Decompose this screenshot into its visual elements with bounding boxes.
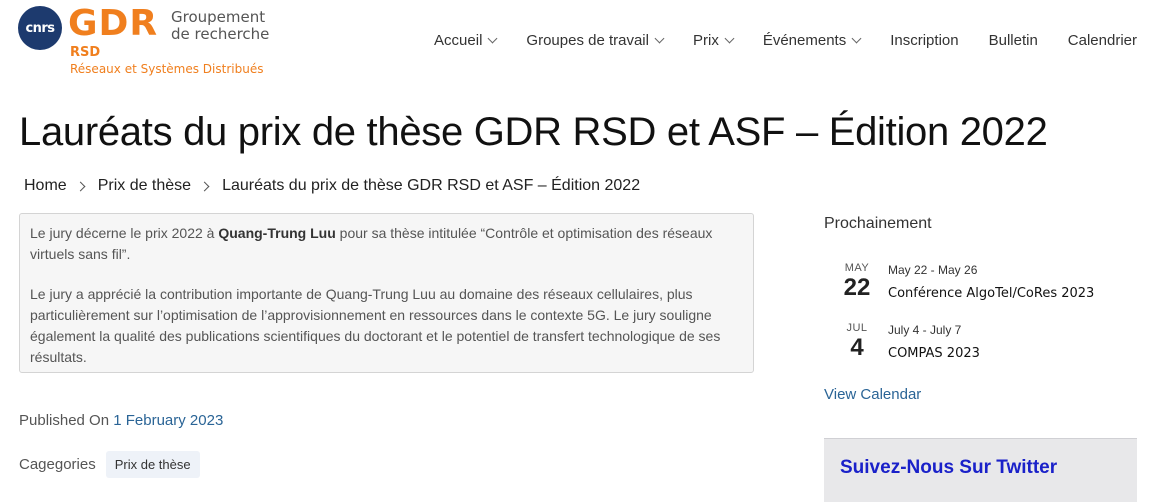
view-calendar-link[interactable]: View Calendar xyxy=(824,386,921,403)
gdr-subtitle-line1: Groupement xyxy=(171,8,266,26)
twitter-widget: Suivez-Nous Sur Twitter xyxy=(824,438,1137,502)
breadcrumb-home[interactable]: Home xyxy=(24,177,67,195)
event-month: JUL xyxy=(846,322,868,334)
event-item[interactable]: MAY 22 May 22 - May 26 Conférence AlgoTe… xyxy=(838,262,1138,301)
published-info: Published On 1 February 2023 xyxy=(19,412,223,429)
page-title: Lauréats du prix de thèse GDR RSD et ASF… xyxy=(19,110,1048,154)
event-item[interactable]: JUL 4 July 4 - July 7 COMPAS 2023 xyxy=(838,322,1138,361)
cnrs-logo: cnrs xyxy=(18,6,62,50)
nav-item-bulletin[interactable]: Bulletin xyxy=(974,30,1053,50)
chevron-down-icon xyxy=(654,33,665,43)
breadcrumb-current: Lauréats du prix de thèse GDR RSD et ASF… xyxy=(222,177,641,194)
nav-label: Inscription xyxy=(890,31,959,49)
nav-item-prix[interactable]: Prix xyxy=(678,30,748,50)
event-date-range: July 4 - July 7 xyxy=(888,323,962,337)
chevron-right-icon xyxy=(199,181,210,191)
gdr-subtitle: Groupement de recherche xyxy=(171,9,269,43)
article-content: Le jury décerne le prix 2022 à Quang-Tru… xyxy=(19,213,754,373)
nav-item-accueil[interactable]: Accueil xyxy=(419,30,511,50)
breadcrumb-prix-de-these[interactable]: Prix de thèse xyxy=(98,177,191,195)
event-month: MAY xyxy=(844,262,870,274)
nav-label: Événements xyxy=(762,31,847,49)
event-date: MAY 22 xyxy=(838,262,876,301)
main-nav: Accueil Groupes de travail Prix Événemen… xyxy=(419,30,1137,50)
category-tag[interactable]: Prix de thèse xyxy=(105,451,200,478)
categories-label: Cagegories xyxy=(19,456,96,473)
event-date-range: May 22 - May 26 xyxy=(888,263,978,277)
article-paragraph-2: Le jury a apprécié la contribution impor… xyxy=(30,286,721,365)
gdr-subtitle-line2: de recherche xyxy=(171,25,270,43)
nav-item-evenements[interactable]: Événements xyxy=(748,30,875,50)
chevron-right-icon xyxy=(75,181,86,191)
published-date-link[interactable]: 1 February 2023 xyxy=(113,412,223,429)
site-header: cnrs GDR Groupement de recherche RSD Rés… xyxy=(0,0,1159,90)
chevron-down-icon xyxy=(724,33,735,43)
nav-label: Bulletin xyxy=(988,31,1038,49)
nav-label: Accueil xyxy=(434,31,483,49)
event-day: 4 xyxy=(850,334,864,361)
event-title-link[interactable]: Conférence AlgoTel/CoRes 2023 xyxy=(888,286,1094,301)
twitter-title-link[interactable]: Suivez-Nous Sur Twitter xyxy=(840,457,1121,479)
breadcrumb: Home Prix de thèse Lauréats du prix de t… xyxy=(24,177,640,195)
nav-item-calendrier[interactable]: Calendrier xyxy=(1053,30,1137,50)
event-info: May 22 - May 26 Conférence AlgoTel/CoRes… xyxy=(888,262,1094,301)
nav-label: Prix xyxy=(692,31,719,49)
paragraph-text: Le jury décerne le prix 2022 à xyxy=(30,225,219,241)
chevron-down-icon xyxy=(487,33,498,43)
nav-item-inscription[interactable]: Inscription xyxy=(875,30,973,50)
site-logo[interactable]: cnrs GDR Groupement de recherche RSD Rés… xyxy=(18,3,288,80)
event-day: 22 xyxy=(843,274,871,301)
chevron-down-icon xyxy=(851,33,862,43)
upcoming-heading: Prochainement xyxy=(824,215,932,232)
event-info: July 4 - July 7 COMPAS 2023 xyxy=(888,322,980,361)
event-date: JUL 4 xyxy=(838,322,876,361)
nav-item-groupes-de-travail[interactable]: Groupes de travail xyxy=(511,30,678,50)
nav-label: Groupes de travail xyxy=(526,31,649,49)
gdr-logo-text: GDR xyxy=(68,3,159,44)
laureate-name: Quang-Trung Luu xyxy=(218,225,336,241)
rsd-label: RSD xyxy=(70,45,101,60)
article-paragraph-1: Le jury décerne le prix 2022 à Quang-Tru… xyxy=(30,223,743,264)
categories: Cagegories Prix de thèse xyxy=(19,451,200,478)
event-title-link[interactable]: COMPAS 2023 xyxy=(888,346,980,361)
nav-label: Calendrier xyxy=(1067,31,1137,49)
rsd-full-name: Réseaux et Systèmes Distribués xyxy=(70,62,264,76)
published-label: Published On xyxy=(19,412,110,429)
